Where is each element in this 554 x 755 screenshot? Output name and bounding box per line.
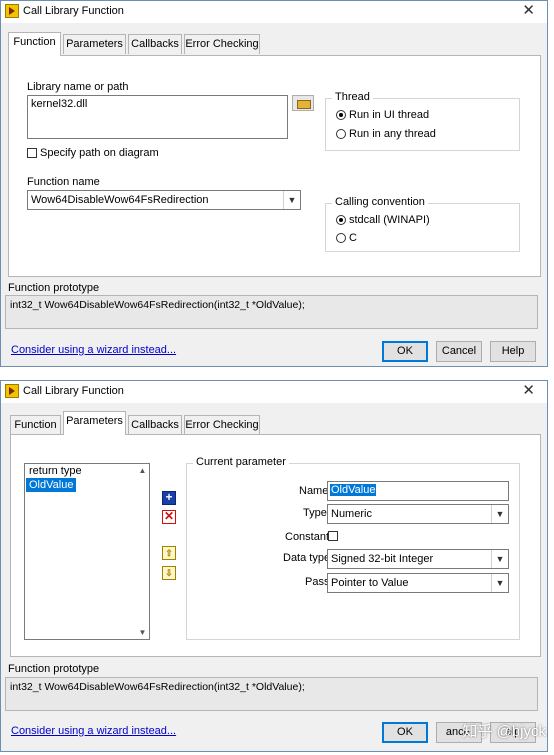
ok-button[interactable]: OK xyxy=(382,722,428,743)
pass-value: Pointer to Value xyxy=(331,577,409,589)
watermark: 知乎 @bjyck xyxy=(462,723,546,740)
function-prototype-label: Function prototype xyxy=(8,663,100,675)
list-item-return-type[interactable]: return type xyxy=(25,464,149,478)
function-name-value: Wow64DisableWow64FsRedirection xyxy=(31,194,209,206)
type-select[interactable]: Numeric ▼ xyxy=(327,504,509,524)
current-parameter-title: Current parameter xyxy=(193,456,289,468)
tab-label: Callbacks xyxy=(131,419,179,431)
chevron-down-icon[interactable]: ▼ xyxy=(491,550,508,568)
library-name-label: Library name or path xyxy=(27,81,129,93)
library-path-input[interactable]: kernel32.dll xyxy=(27,95,288,139)
tab-parameters[interactable]: Parameters xyxy=(63,411,126,435)
title-bar[interactable]: Call Library Function ✕ xyxy=(1,1,547,23)
type-value: Numeric xyxy=(331,508,372,520)
data-type-label: Data type xyxy=(283,552,331,564)
tab-label: Error Checking xyxy=(185,419,259,431)
tab-function[interactable]: Function xyxy=(10,415,61,435)
parameters-tab-panel: return type OldValue ▲ ▼ + ✕ ⇧ ⇩ Current… xyxy=(10,434,541,657)
tab-function[interactable]: Function xyxy=(8,32,61,56)
parameter-list[interactable]: return type OldValue ▲ ▼ xyxy=(24,463,150,640)
pass-label: Pass xyxy=(305,576,330,588)
help-button[interactable]: Help xyxy=(490,341,536,362)
close-icon[interactable]: ✕ xyxy=(522,3,535,19)
specify-path-checkbox[interactable]: Specify path on diagram xyxy=(27,147,159,159)
checkbox-box[interactable] xyxy=(27,148,37,159)
add-parameter-icon[interactable]: + xyxy=(162,491,176,505)
radio-label: stdcall (WINAPI) xyxy=(349,214,430,226)
tab-callbacks[interactable]: Callbacks xyxy=(128,415,182,435)
ok-button[interactable]: OK xyxy=(382,341,428,362)
close-icon[interactable]: ✕ xyxy=(522,383,535,399)
wizard-link[interactable]: Consider using a wizard instead... xyxy=(11,725,176,737)
tab-label: Error Checking xyxy=(185,38,259,50)
name-label: Name xyxy=(299,485,329,497)
radio-label: C xyxy=(349,232,357,244)
function-prototype-label: Function prototype xyxy=(8,282,100,294)
chevron-down-icon[interactable]: ▼ xyxy=(283,191,300,209)
name-input[interactable]: OldValue xyxy=(327,481,509,501)
chevron-down-icon[interactable]: ▼ xyxy=(491,574,508,592)
window-title: Call Library Function xyxy=(23,385,124,397)
function-tab-panel: Library name or path kernel32.dll Specif… xyxy=(8,55,541,277)
radio-unselected-icon[interactable] xyxy=(336,129,346,140)
tab-label: Function xyxy=(14,419,57,431)
tab-error-checking[interactable]: Error Checking xyxy=(184,34,260,54)
tab-error-checking[interactable]: Error Checking xyxy=(184,415,260,435)
tab-label: Function xyxy=(13,36,56,48)
constant-label: Constant xyxy=(285,531,330,543)
list-item-oldvalue[interactable]: OldValue xyxy=(26,478,77,492)
title-bar[interactable]: Call Library Function ✕ xyxy=(1,381,547,403)
list-scrollbar[interactable]: ▲ ▼ xyxy=(136,464,149,639)
dialog-parameters-tab: Call Library Function ✕ Function Paramet… xyxy=(0,380,548,752)
radio-unselected-icon[interactable] xyxy=(336,233,346,244)
function-prototype-display: int32_t Wow64DisableWow64FsRedirection(i… xyxy=(5,677,538,711)
tab-label: Parameters xyxy=(66,38,123,50)
radio-run-in-ui-thread[interactable]: Run in UI thread xyxy=(336,109,429,121)
browse-folder-icon[interactable] xyxy=(292,95,314,111)
labview-app-icon xyxy=(5,384,19,398)
labview-app-icon xyxy=(5,4,19,18)
function-prototype-display: int32_t Wow64DisableWow64FsRedirection(i… xyxy=(5,295,538,329)
radio-label: Run in any thread xyxy=(349,128,436,140)
radio-selected-icon[interactable] xyxy=(336,215,346,226)
constant-checkbox[interactable] xyxy=(328,531,338,541)
scroll-down-icon[interactable]: ▼ xyxy=(136,628,149,637)
dialog-function-tab: Call Library Function ✕ Function Paramet… xyxy=(0,0,548,367)
radio-run-in-any-thread[interactable]: Run in any thread xyxy=(336,128,436,140)
data-type-value: Signed 32-bit Integer xyxy=(331,553,434,565)
radio-selected-icon[interactable] xyxy=(336,110,346,121)
type-label: Type xyxy=(303,507,327,519)
radio-label: Run in UI thread xyxy=(349,109,430,121)
tab-label: Callbacks xyxy=(131,38,179,50)
function-name-select[interactable]: Wow64DisableWow64FsRedirection ▼ xyxy=(27,190,301,210)
calling-convention-title: Calling convention xyxy=(332,196,428,208)
pass-select[interactable]: Pointer to Value ▼ xyxy=(327,573,509,593)
chevron-down-icon[interactable]: ▼ xyxy=(491,505,508,523)
name-value: OldValue xyxy=(330,484,377,496)
calling-convention-group: Calling convention stdcall (WINAPI) C xyxy=(325,196,520,252)
thread-group-title: Thread xyxy=(332,91,373,103)
tab-callbacks[interactable]: Callbacks xyxy=(128,34,182,54)
radio-stdcall[interactable]: stdcall (WINAPI) xyxy=(336,214,430,226)
tab-parameters[interactable]: Parameters xyxy=(63,34,126,54)
radio-c[interactable]: C xyxy=(336,232,357,244)
tab-label: Parameters xyxy=(66,415,123,427)
cancel-button[interactable]: Cancel xyxy=(436,341,482,362)
wizard-link[interactable]: Consider using a wizard instead... xyxy=(11,344,176,356)
window-title: Call Library Function xyxy=(23,5,124,17)
move-up-icon[interactable]: ⇧ xyxy=(162,546,176,560)
delete-parameter-icon[interactable]: ✕ xyxy=(162,510,176,524)
function-name-label: Function name xyxy=(27,176,100,188)
data-type-select[interactable]: Signed 32-bit Integer ▼ xyxy=(327,549,509,569)
specify-path-label: Specify path on diagram xyxy=(40,147,159,159)
current-parameter-group: Current parameter Name OldValue Type Num… xyxy=(186,456,520,640)
thread-group: Thread Run in UI thread Run in any threa… xyxy=(325,91,520,151)
scroll-up-icon[interactable]: ▲ xyxy=(136,466,149,475)
move-down-icon[interactable]: ⇩ xyxy=(162,566,176,580)
